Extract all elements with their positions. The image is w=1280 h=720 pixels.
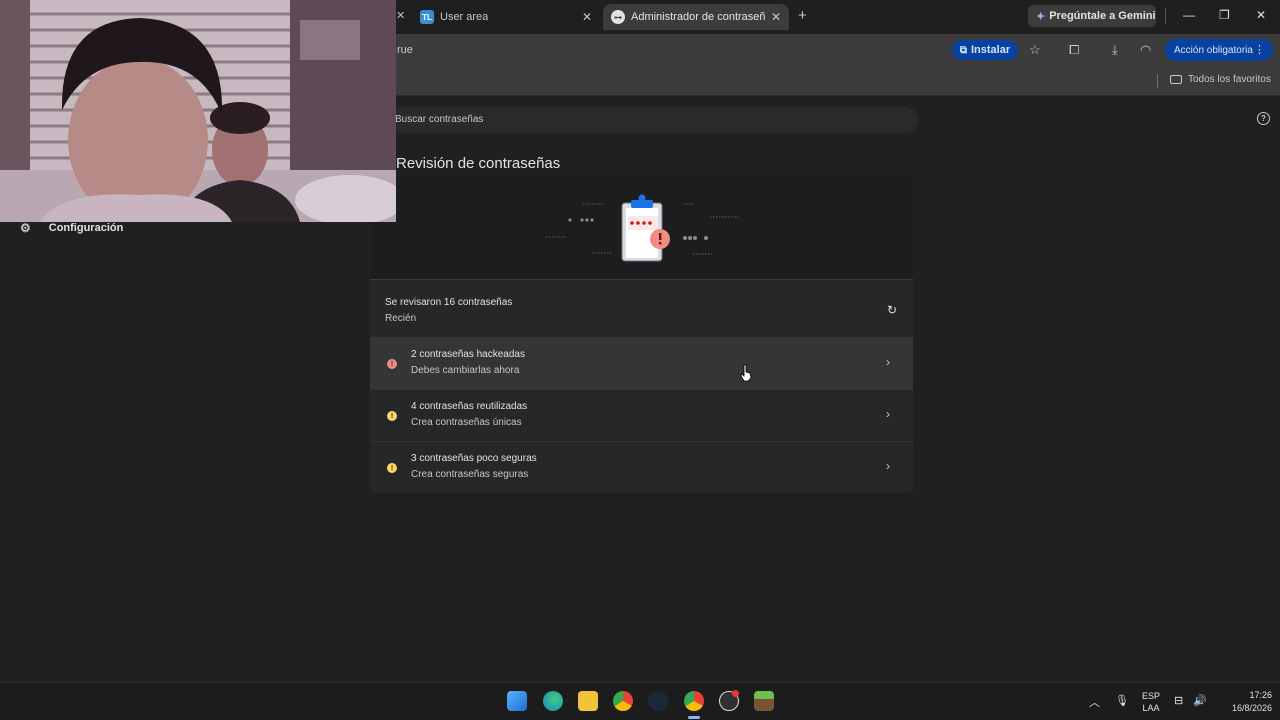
issue-subtitle: Debes cambiarlas ahora [411, 365, 520, 376]
file-explorer-icon[interactable] [578, 691, 598, 711]
hand-cursor-icon [740, 364, 752, 382]
gemini-spark-icon: ✦ [1036, 10, 1046, 23]
divider [1165, 8, 1166, 24]
edge-icon[interactable] [543, 691, 563, 711]
install-app-icon: ⧉ [959, 44, 967, 56]
tab-label: User area [440, 11, 489, 23]
issue-title: 4 contraseñas reutilizadas [411, 401, 528, 412]
windows-start-icon[interactable] [507, 691, 527, 711]
new-tab-icon[interactable]: + [798, 7, 807, 24]
clock-time: 17:26 [1249, 690, 1272, 700]
refresh-icon[interactable]: ↻ [887, 303, 897, 317]
restore-icon[interactable]: ❐ [1219, 8, 1230, 22]
install-label: Instalar [971, 44, 1011, 56]
help-icon[interactable]: ? [1257, 112, 1270, 125]
chevron-right-icon: › [886, 459, 890, 473]
windows-taskbar: ︿ 🎙 ESP LAA ⊟ 🔊 17:26 16/8/2026 [0, 682, 1280, 720]
sidebar-item-label: Configuración [48, 222, 124, 234]
tab-user-area[interactable]: TL User area ✕ [410, 4, 600, 30]
issue-title: 3 contraseñas poco seguras [411, 453, 537, 464]
gemini-button[interactable]: ✦ Pregúntale a Gemini [1028, 5, 1156, 27]
network-icon[interactable]: ⊟ [1174, 694, 1183, 707]
all-bookmarks-label: Todos los favoritos [1188, 74, 1271, 85]
keyboard-layout: LAA [1142, 703, 1160, 713]
microphone-icon[interactable]: 🎙 [1115, 694, 1129, 707]
install-button[interactable]: ⧉ Instalar [952, 40, 1018, 60]
checkup-count: Se revisaron 16 contraseñas [385, 297, 513, 308]
search-input[interactable]: Buscar contraseñas [384, 107, 918, 133]
chevron-up-icon[interactable]: ︿ [1089, 694, 1100, 710]
warning-icon: ! [387, 463, 397, 473]
clock[interactable]: 17:26 16/8/2026 [1214, 690, 1272, 713]
chrome-icon[interactable] [613, 691, 633, 711]
issue-subtitle: Crea contraseñas seguras [411, 469, 529, 480]
chrome-active-icon[interactable] [684, 691, 704, 711]
window-close-icon[interactable]: ✕ [1256, 8, 1266, 22]
tab-close-icon[interactable]: ✕ [396, 9, 405, 22]
tl-favicon-icon: TL [420, 10, 434, 24]
checkup-time: Recién [385, 313, 417, 324]
close-icon[interactable]: ✕ [582, 10, 592, 24]
minimize-icon[interactable]: — [1183, 8, 1195, 22]
checkup-illustration [370, 177, 913, 279]
all-bookmarks-button[interactable]: Todos los favoritos [1170, 74, 1271, 85]
extensions-icon[interactable]: ⧠ [1069, 42, 1079, 58]
chevron-right-icon: › [886, 355, 890, 369]
chevron-right-icon: › [886, 407, 890, 421]
more-vert-icon: ⋮ [1254, 44, 1265, 56]
issue-subtitle: Crea contraseñas únicas [411, 417, 522, 428]
gear-icon: ⚙ [20, 221, 31, 235]
profile-avatar[interactable]: ◠ [1140, 42, 1151, 58]
folder-icon [1170, 75, 1182, 84]
gemini-label: Pregúntale a Gemini [1049, 10, 1156, 22]
minecraft-icon[interactable] [754, 691, 774, 711]
error-icon: ! [387, 359, 397, 369]
language-indicator[interactable]: ESP LAA [1140, 691, 1162, 713]
tab-label: Administrador de contraseñas de Google [631, 11, 765, 23]
address-bar[interactable]: rue [397, 44, 413, 56]
webcam-overlay [0, 0, 396, 222]
active-indicator [688, 716, 700, 719]
checkup-summary: Se revisaron 16 contraseñas Recién ↻ [370, 279, 913, 337]
compromised-passwords-row[interactable]: ! 2 contraseñas hackeadas Debes cambiarl… [370, 337, 913, 389]
sidebar-item-settings[interactable]: ⚙ Configuración [20, 221, 123, 235]
steam-icon[interactable] [648, 691, 668, 711]
action-label: Acción obligatoria [1174, 44, 1253, 56]
volume-icon[interactable]: 🔊 [1193, 694, 1207, 707]
warning-icon: ! [387, 411, 397, 421]
webcam-feed-image [0, 0, 396, 222]
action-required-button[interactable]: Acción obligatoria ⋮ [1165, 39, 1273, 61]
tab-password-manager[interactable]: ⊶ Administrador de contraseñas de Google… [603, 4, 789, 30]
notification-badge [732, 690, 739, 697]
key-favicon-icon: ⊶ [611, 10, 625, 24]
close-icon[interactable]: ✕ [771, 10, 781, 24]
reused-passwords-row[interactable]: ! 4 contraseñas reutilizadas Crea contra… [370, 389, 913, 441]
page-title: Revisión de contraseñas [396, 155, 561, 172]
weak-passwords-row[interactable]: ! 3 contraseñas poco seguras Crea contra… [370, 441, 913, 493]
clock-date: 16/8/2026 [1231, 703, 1272, 713]
divider [1157, 74, 1158, 88]
bookmark-star-icon[interactable]: ☆ [1029, 42, 1041, 58]
language-code: ESP [1141, 691, 1160, 701]
download-icon[interactable]: ⤓ [1112, 42, 1118, 58]
issue-title: 2 contraseñas hackeadas [411, 349, 525, 360]
checkup-card: Se revisaron 16 contraseñas Recién ↻ ! 2… [370, 177, 913, 592]
clipboard-warning-icon [546, 194, 738, 262]
